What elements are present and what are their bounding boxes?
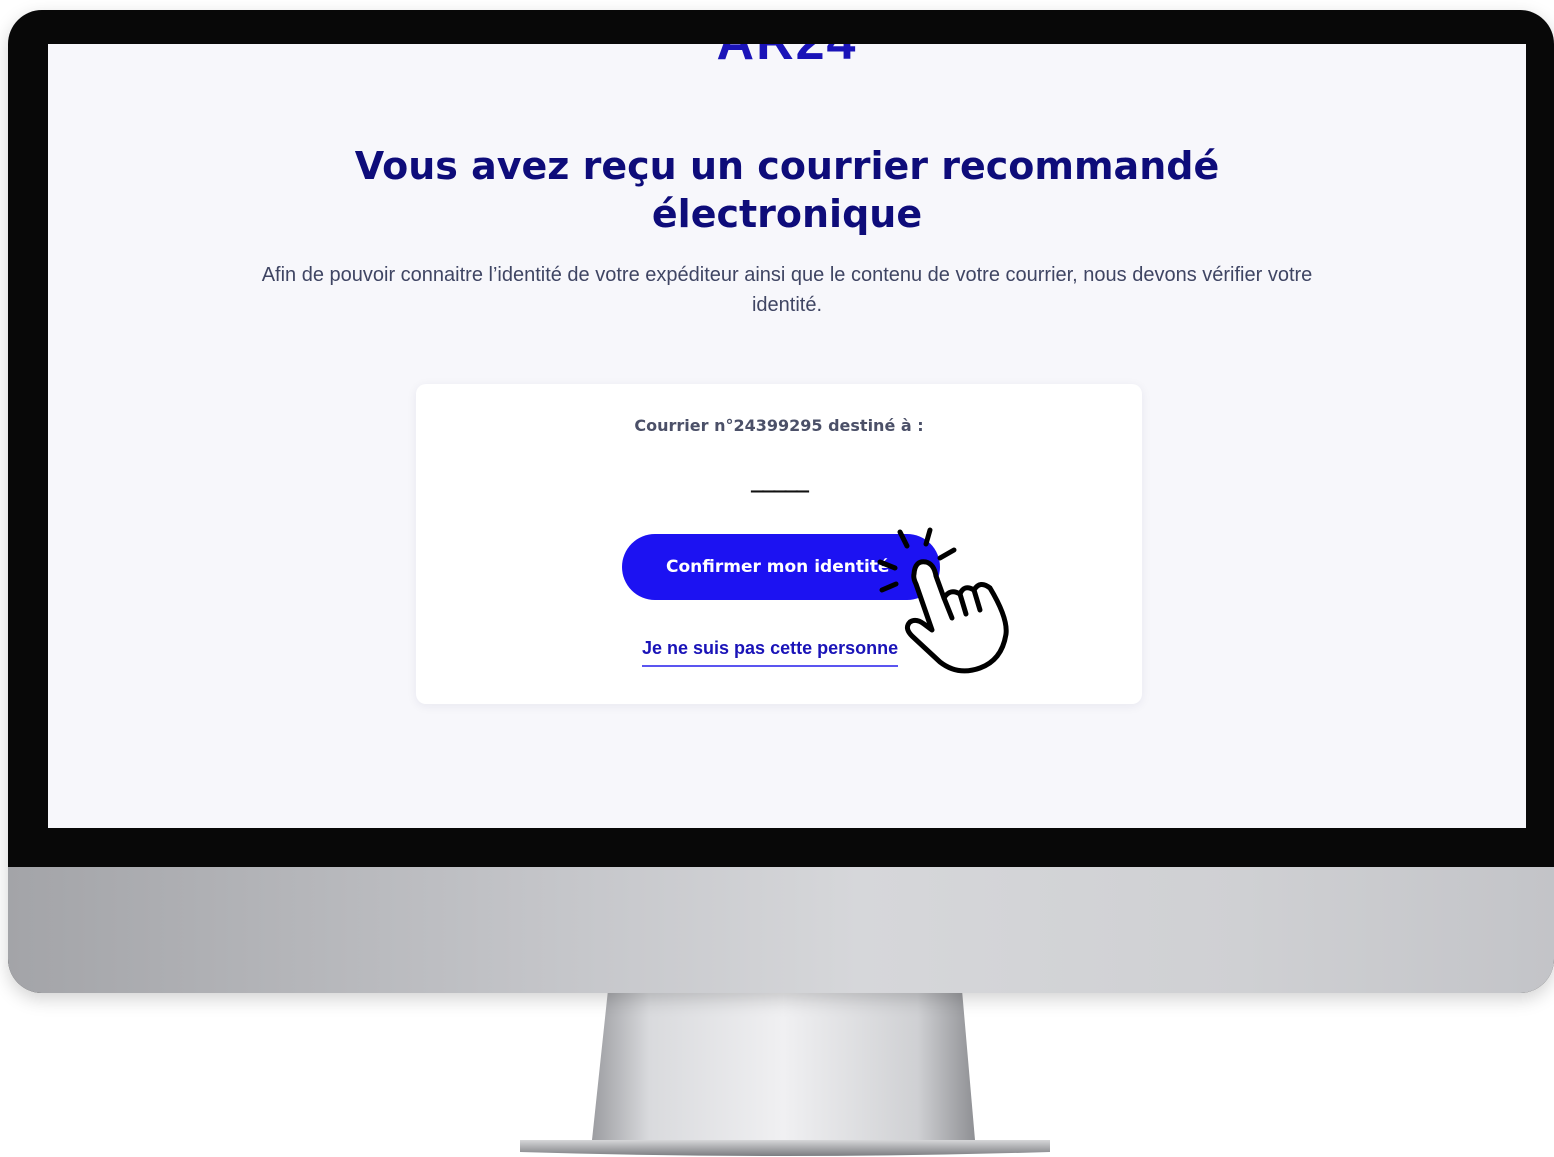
mail-number-label: Courrier n°24399295 destiné à :	[634, 416, 924, 435]
browser-screen: AR24 Vous avez reçu un courrier recomman…	[48, 44, 1526, 828]
pointing-hand-click-icon	[877, 527, 1009, 674]
verification-card: Courrier n°24399295 destiné à : _____ Co…	[416, 384, 1142, 704]
brand-logo[interactable]: AR24	[48, 44, 1526, 72]
page-subtitle: Afin de pouvoir connaitre l’identité de …	[261, 264, 1313, 316]
page-title-line-1: Vous avez reçu un courrier recommandé	[354, 144, 1220, 188]
page-title-line-2: électronique	[651, 192, 923, 236]
not-this-person-link[interactable]: Je ne suis pas cette personne	[642, 638, 899, 667]
monitor-mockup: AR24 Vous avez reçu un courrier recomman…	[0, 0, 1554, 1157]
page-title: Vous avez reçu un courrier recommandé él…	[48, 142, 1526, 238]
recipient-name: _____	[750, 468, 809, 493]
monitor-chin	[8, 867, 1554, 993]
monitor-frame: AR24 Vous avez reçu un courrier recomman…	[8, 10, 1554, 993]
